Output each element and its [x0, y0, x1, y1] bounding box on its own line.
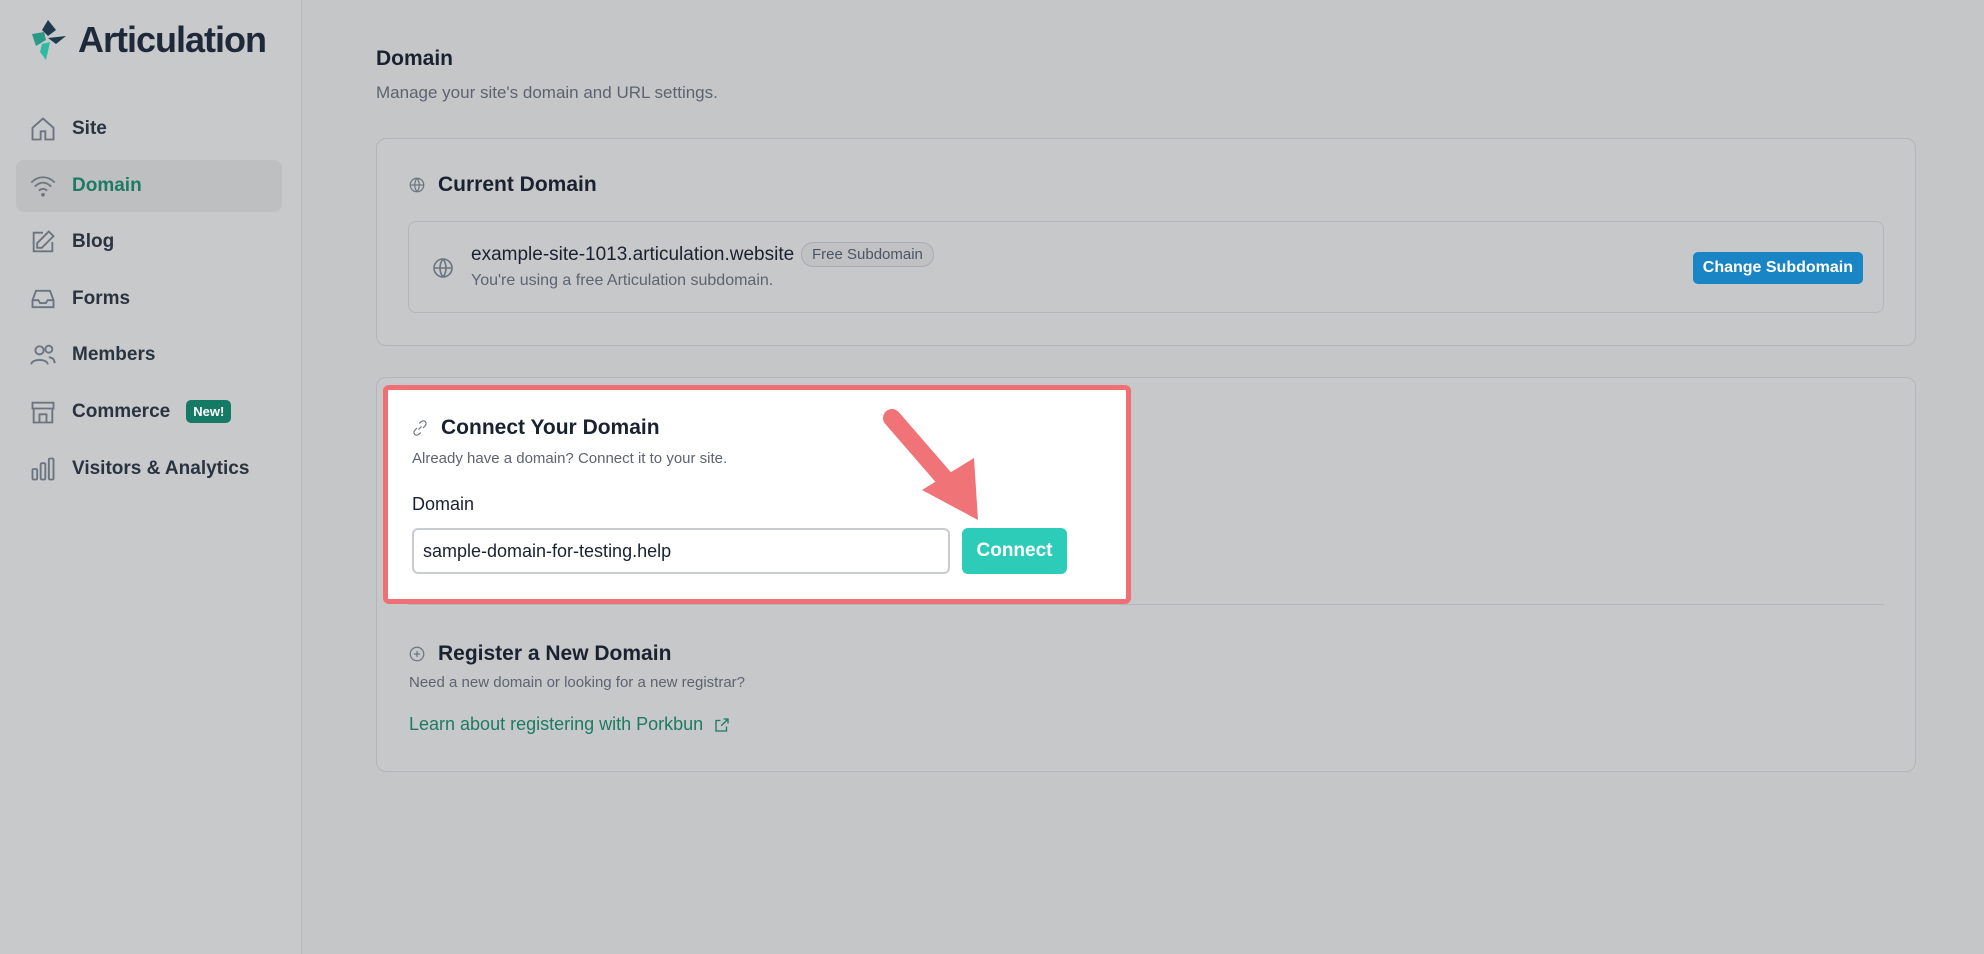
current-domain-value: example-site-1013.articulation.website: [471, 244, 795, 265]
globe-icon: [409, 177, 425, 193]
bar-chart-icon: [28, 454, 58, 484]
sidebar-item-label: Forms: [72, 287, 131, 309]
sidebar-item-label: Members: [72, 344, 156, 366]
current-domain-note: You're using a free Articulation subdoma…: [471, 272, 774, 289]
change-subdomain-button[interactable]: Change Subdomain: [1692, 252, 1863, 284]
sidebar: Articulation Site Domain Blog Forms Memb…: [0, 0, 302, 954]
sidebar-item-label: Blog: [72, 231, 115, 253]
edit-icon: [28, 227, 58, 257]
page-subtitle: Manage your site's domain and URL settin…: [376, 83, 718, 102]
domain-field-label: Domain: [412, 494, 475, 514]
sidebar-item-site[interactable]: Site: [16, 103, 282, 155]
sidebar-item-label: Visitors & Analytics: [72, 457, 250, 479]
connect-domain-subtitle: Already have a domain? Connect it to you…: [412, 450, 728, 467]
free-subdomain-badge: Free Subdomain: [801, 242, 934, 267]
sidebar-item-domain[interactable]: Domain: [16, 159, 282, 212]
users-icon: [28, 340, 58, 370]
current-domain-title: Current Domain: [438, 173, 597, 196]
current-domain-card: Current Domain example-site-1013.articul…: [376, 138, 1916, 346]
sidebar-item-commerce[interactable]: Commerce New!: [16, 386, 282, 438]
register-domain-subtitle: Need a new domain or looking for a new r…: [409, 674, 746, 691]
domain-input[interactable]: [412, 528, 950, 574]
register-domain-heading: Register a New Domain: [408, 642, 671, 666]
articulation-logo-icon: [32, 20, 66, 60]
annotation-arrow-icon: [883, 409, 978, 520]
connect-domain-title: Connect Your Domain: [441, 416, 660, 439]
current-domain-row: example-site-1013.articulation.website F…: [408, 221, 1884, 313]
plus-circle-icon: [409, 646, 425, 662]
home-icon: [28, 114, 58, 144]
sidebar-item-label: Site: [72, 118, 107, 139]
connect-domain-panel: Connect Your Domain Already have a domai…: [383, 385, 1131, 604]
sidebar-item-members[interactable]: Members: [16, 329, 282, 381]
wifi-icon: [28, 171, 58, 201]
sidebar-item-forms[interactable]: Forms: [16, 273, 282, 325]
sidebar-nav: Site Domain Blog Forms Members Commerce …: [16, 103, 282, 499]
porkbun-link[interactable]: Learn about registering with Porkbun: [409, 714, 731, 735]
globe-icon: [431, 256, 455, 280]
external-link-icon: [715, 717, 729, 732]
link-icon: [413, 420, 427, 436]
porkbun-link-label: Learn about registering with Porkbun: [409, 714, 704, 734]
sidebar-item-blog[interactable]: Blog: [16, 216, 282, 268]
app-name: Articulation: [78, 19, 267, 60]
new-badge: New!: [186, 400, 232, 424]
connect-button[interactable]: Connect: [962, 528, 1067, 574]
inbox-icon: [28, 284, 58, 314]
page-title: Domain: [376, 47, 454, 70]
register-domain-title: Register a New Domain: [438, 642, 672, 665]
store-icon: [28, 397, 58, 427]
sidebar-item-visitors-analytics[interactable]: Visitors & Analytics: [16, 443, 282, 495]
connect-domain-heading: Connect Your Domain: [411, 416, 660, 440]
divider: [408, 604, 1884, 605]
sidebar-item-label: Domain: [72, 174, 142, 196]
current-domain-heading: Current Domain: [408, 173, 597, 197]
sidebar-item-label: Commerce: [72, 400, 171, 422]
logo[interactable]: Articulation: [26, 18, 267, 62]
